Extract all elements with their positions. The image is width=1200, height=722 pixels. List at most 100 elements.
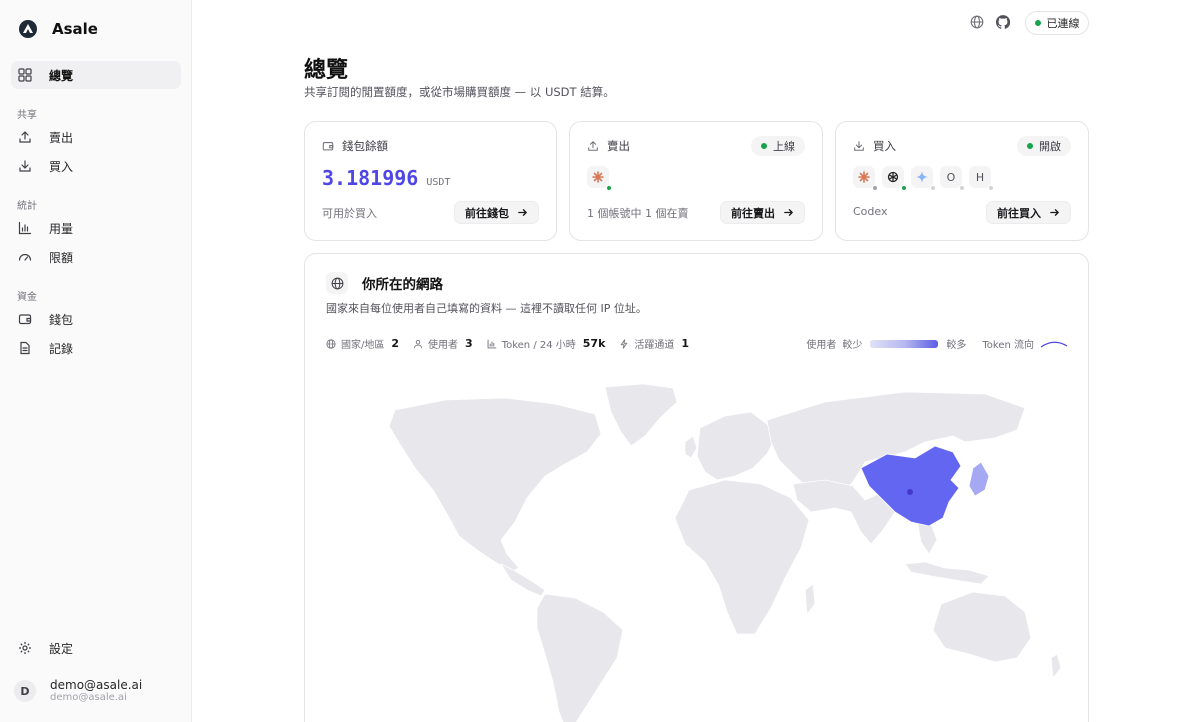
flow-line-icon <box>1040 341 1068 348</box>
provider-h[interactable]: H <box>969 166 994 191</box>
stat-value: 57k <box>582 337 606 350</box>
nav-section-share: 共享 <box>17 110 37 121</box>
provider-o[interactable]: O <box>940 166 965 191</box>
user-menu[interactable]: D demo@asale.ai demo@asale.ai <box>14 678 142 704</box>
sidebar-item-overview[interactable]: 總覽 <box>11 61 181 89</box>
go-wallet-label: 前往錢包 <box>465 206 509 220</box>
user-icon <box>414 339 423 348</box>
sidebar-item-label: 用量 <box>49 221 74 236</box>
arrow-right-icon <box>518 209 528 216</box>
map-new-zealand <box>1050 653 1062 680</box>
sell-card: 賣出 上線 1 個帳號中 1 個在賣 前往賣出 <box>569 121 823 241</box>
sidebar-item-wallet[interactable]: 錢包 <box>11 305 181 333</box>
wallet-card-title: 錢包餘額 <box>342 139 388 153</box>
world-map <box>388 383 1062 722</box>
go-sell-label: 前往賣出 <box>731 206 775 220</box>
sidebar-item-limits[interactable]: 限額 <box>11 243 181 271</box>
map-north-america <box>388 397 602 573</box>
buy-card: 買入 開啟 O H Codex 前往買入 <box>835 121 1089 241</box>
stat-value: 2 <box>391 337 400 350</box>
wallet-balance: 3.181996 <box>322 166 419 190</box>
sidebar-item-sell[interactable]: 賣出 <box>11 123 181 151</box>
stat-channels: 活躍通道 1 <box>619 336 689 351</box>
sidebar-item-buy[interactable]: 買入 <box>11 152 181 180</box>
buy-status-badge: 開啟 <box>1017 136 1071 156</box>
sidebar-item-label: 錢包 <box>49 312 74 327</box>
status-dot <box>1034 20 1041 26</box>
sidebar-item-settings[interactable]: 設定 <box>11 634 181 662</box>
sidebar-item-label: 總覽 <box>49 68 74 83</box>
legend-flow-label: Token 流向 <box>982 340 1034 351</box>
nav-section-stats: 統計 <box>17 201 37 212</box>
provider-claude[interactable] <box>587 166 612 191</box>
map-greenland <box>604 383 678 447</box>
go-buy-button[interactable]: 前往買入 <box>986 201 1071 224</box>
sell-card-title: 賣出 <box>607 139 630 153</box>
sidebar: Asale 總覽 共享 賣出 買入 統計 用量 限額 資金 錢包 記錄 設定 D… <box>0 0 192 722</box>
go-buy-label: 前往買入 <box>997 206 1041 220</box>
map-madagascar <box>804 583 816 616</box>
stat-label: Token / 24 小時 <box>501 340 576 351</box>
user-name: demo@asale.ai <box>50 678 143 692</box>
map-legend: 使用者 較少 較多 Token 流向 <box>806 336 1068 351</box>
network-stats: 國家/地區 2 使用者 3 Token / 24 小時 57k 活躍通道 1 <box>326 336 689 351</box>
sidebar-item-label: 限額 <box>49 250 74 265</box>
wallet-icon <box>322 142 334 151</box>
status-dot <box>930 185 936 191</box>
provider-letter: O <box>946 170 956 184</box>
sell-status-label: 上線 <box>773 140 795 153</box>
gauge-icon <box>18 253 32 261</box>
map-japan <box>968 461 990 497</box>
provider-claude[interactable] <box>853 166 878 191</box>
brand[interactable]: Asale <box>18 18 98 40</box>
status-dot <box>959 185 965 191</box>
stat-label: 國家/地區 <box>341 340 385 351</box>
sidebar-item-label: 賣出 <box>49 130 74 145</box>
sidebar-item-label: 買入 <box>49 159 74 174</box>
bar-chart-icon <box>487 339 497 348</box>
openai-icon <box>887 171 899 183</box>
avatar: D <box>14 680 36 702</box>
status-dot <box>872 185 878 191</box>
go-sell-button[interactable]: 前往賣出 <box>720 201 805 224</box>
upload-icon <box>588 140 598 151</box>
globe-icon <box>326 338 336 349</box>
stat-label: 使用者 <box>428 340 459 351</box>
nav-section-funds: 資金 <box>17 292 37 303</box>
map-australia <box>932 591 1032 663</box>
china-marker <box>907 489 913 495</box>
wallet-unit: USDT <box>426 177 451 188</box>
map-south-america <box>536 593 624 722</box>
asale-logo-icon <box>19 20 37 38</box>
status-dot <box>901 185 907 191</box>
user-email: demo@asale.ai <box>50 692 127 703</box>
claude-icon <box>592 171 604 183</box>
stat-label: 活躍通道 <box>634 340 675 351</box>
network-title: 你所在的網路 <box>362 277 443 293</box>
sidebar-item-records[interactable]: 記錄 <box>11 334 181 362</box>
provider-letter: H <box>975 170 985 184</box>
download-icon <box>854 141 864 151</box>
sidebar-item-usage[interactable]: 用量 <box>11 214 181 242</box>
connection-status-label: 已連線 <box>1046 17 1080 30</box>
stat-value: 1 <box>681 337 690 350</box>
legend-more-label: 較多 <box>946 340 967 351</box>
legend-users-label: 使用者 <box>806 340 837 351</box>
wallet-icon <box>18 314 32 325</box>
upload-icon <box>19 131 31 143</box>
map-europe <box>696 411 776 481</box>
map-uk <box>684 435 698 459</box>
claude-icon <box>858 171 870 183</box>
arrow-right-icon <box>1050 209 1060 216</box>
buy-card-title: 買入 <box>873 139 896 153</box>
status-dot <box>988 185 994 191</box>
map-central-america <box>499 563 546 597</box>
globe-icon[interactable] <box>970 15 984 29</box>
legend-gradient <box>870 339 939 348</box>
github-icon[interactable] <box>996 15 1010 29</box>
stat-value: 3 <box>465 337 473 350</box>
provider-openai[interactable] <box>882 166 907 191</box>
provider-gemini[interactable] <box>911 166 936 191</box>
go-wallet-button[interactable]: 前往錢包 <box>454 201 539 224</box>
connection-status[interactable]: 已連線 <box>1025 11 1089 35</box>
